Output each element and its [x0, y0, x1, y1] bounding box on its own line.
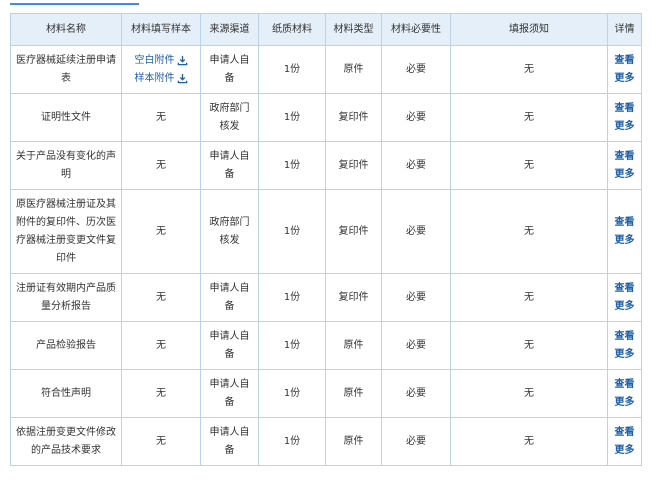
sample-attachment-link[interactable]: 样本附件: [135, 70, 188, 88]
view-more-link[interactable]: 查看 更多: [612, 214, 637, 250]
cell-type: 复印件: [325, 189, 382, 274]
cell-source: 申请人自备: [200, 45, 259, 94]
cell-required: 必要: [381, 369, 451, 418]
col-header-notes: 填报须知: [450, 13, 608, 46]
col-header-detail: 详情: [607, 13, 642, 46]
view-more-link[interactable]: 查看 更多: [612, 100, 637, 136]
view-more-link[interactable]: 查看 更多: [612, 376, 637, 412]
cell-notes: 无: [450, 273, 608, 322]
materials-table: 材料名称 材料填写样本 来源渠道 纸质材料 材料类型 材料必要性 填报须知 详情…: [10, 13, 642, 466]
cell-detail: 查看 更多: [607, 369, 642, 418]
cell-required: 必要: [381, 189, 451, 274]
cell-sample: 无: [121, 273, 201, 322]
tab-indicator-line: [10, 3, 139, 5]
cell-name: 证明性文件: [10, 93, 122, 142]
cell-source: 政府部门核发: [200, 93, 259, 142]
cell-detail: 查看 更多: [607, 93, 642, 142]
cell-sample: 无: [121, 189, 201, 274]
cell-name: 关于产品没有变化的声明: [10, 141, 122, 190]
table-row: 注册证有效期内产品质量分析报告 无 申请人自备 1份 复印件 必要 无 查看 更多: [10, 273, 642, 322]
cell-detail: 查看 更多: [607, 45, 642, 94]
table-row: 原医疗器械注册证及其附件的复印件、历次医疗器械注册变更文件复印件 无 政府部门核…: [10, 189, 642, 274]
view-more-link[interactable]: 查看 更多: [612, 424, 637, 460]
table-row: 医疗器械延续注册申请表 空白附件 样本附件 申请人自备 1份 原件 必要 无 查…: [10, 45, 642, 94]
cell-type: 复印件: [325, 93, 382, 142]
table-row: 符合性声明 无 申请人自备 1份 原件 必要 无 查看 更多: [10, 369, 642, 418]
cell-paper: 1份: [258, 321, 326, 370]
cell-required: 必要: [381, 321, 451, 370]
cell-notes: 无: [450, 141, 608, 190]
cell-name: 注册证有效期内产品质量分析报告: [10, 273, 122, 322]
table-row: 证明性文件 无 政府部门核发 1份 复印件 必要 无 查看 更多: [10, 93, 642, 142]
cell-name: 依据注册变更文件修改的产品技术要求: [10, 417, 122, 466]
cell-detail: 查看 更多: [607, 189, 642, 274]
cell-paper: 1份: [258, 141, 326, 190]
cell-type: 复印件: [325, 141, 382, 190]
cell-source: 申请人自备: [200, 321, 259, 370]
download-icon: [177, 55, 187, 66]
cell-source: 政府部门核发: [200, 189, 259, 274]
cell-paper: 1份: [258, 369, 326, 418]
blank-attachment-link[interactable]: 空白附件: [135, 52, 188, 70]
cell-sample: 无: [121, 141, 201, 190]
col-header-type: 材料类型: [325, 13, 382, 46]
cell-sample: 无: [121, 369, 201, 418]
cell-paper: 1份: [258, 45, 326, 94]
cell-required: 必要: [381, 273, 451, 322]
cell-paper: 1份: [258, 273, 326, 322]
cell-name: 医疗器械延续注册申请表: [10, 45, 122, 94]
cell-type: 原件: [325, 321, 382, 370]
cell-type: 复印件: [325, 273, 382, 322]
cell-name: 符合性声明: [10, 369, 122, 418]
cell-notes: 无: [450, 45, 608, 94]
cell-detail: 查看 更多: [607, 141, 642, 190]
cell-notes: 无: [450, 417, 608, 466]
table-row: 关于产品没有变化的声明 无 申请人自备 1份 复印件 必要 无 查看 更多: [10, 141, 642, 190]
cell-name: 原医疗器械注册证及其附件的复印件、历次医疗器械注册变更文件复印件: [10, 189, 122, 274]
cell-type: 原件: [325, 369, 382, 418]
cell-source: 申请人自备: [200, 417, 259, 466]
col-header-paper: 纸质材料: [258, 13, 326, 46]
table-row: 依据注册变更文件修改的产品技术要求 无 申请人自备 1份 原件 必要 无 查看更…: [10, 417, 642, 466]
cell-source: 申请人自备: [200, 141, 259, 190]
cell-required: 必要: [381, 45, 451, 94]
cell-notes: 无: [450, 189, 608, 274]
view-more-link[interactable]: 查看 更多: [612, 148, 637, 184]
cell-paper: 1份: [258, 93, 326, 142]
download-icon: [177, 73, 187, 84]
cell-required: 必要: [381, 141, 451, 190]
view-more-link[interactable]: 查看 更多: [612, 328, 637, 364]
view-more-link[interactable]: 查看 更多: [612, 280, 637, 316]
cell-detail: 查看 更多: [607, 417, 642, 466]
cell-required: 必要: [381, 93, 451, 142]
view-more-link[interactable]: 查看 更多: [612, 52, 637, 88]
cell-type: 原件: [325, 45, 382, 94]
cell-paper: 1份: [258, 417, 326, 466]
cell-source: 申请人自备: [200, 369, 259, 418]
cell-paper: 1份: [258, 189, 326, 274]
cell-source: 申请人自备: [200, 273, 259, 322]
cell-required: 必要: [381, 417, 451, 466]
cell-detail: 查看 更多: [607, 273, 642, 322]
cell-sample: 无: [121, 93, 201, 142]
col-header-source: 来源渠道: [200, 13, 259, 46]
cell-name: 产品检验报告: [10, 321, 122, 370]
cell-detail: 查看 更多: [607, 321, 642, 370]
cell-sample: 空白附件 样本附件: [121, 45, 201, 94]
cell-notes: 无: [450, 93, 608, 142]
cell-sample: 无: [121, 321, 201, 370]
cell-notes: 无: [450, 321, 608, 370]
col-header-sample: 材料填写样本: [121, 13, 201, 46]
table-row: 产品检验报告 无 申请人自备 1份 原件 必要 无 查看 更多: [10, 321, 642, 370]
cell-type: 原件: [325, 417, 382, 466]
cell-sample: 无: [121, 417, 201, 466]
table-header-row: 材料名称 材料填写样本 来源渠道 纸质材料 材料类型 材料必要性 填报须知 详情: [10, 13, 642, 46]
col-header-name: 材料名称: [10, 13, 122, 46]
col-header-required: 材料必要性: [381, 13, 451, 46]
cell-notes: 无: [450, 369, 608, 418]
